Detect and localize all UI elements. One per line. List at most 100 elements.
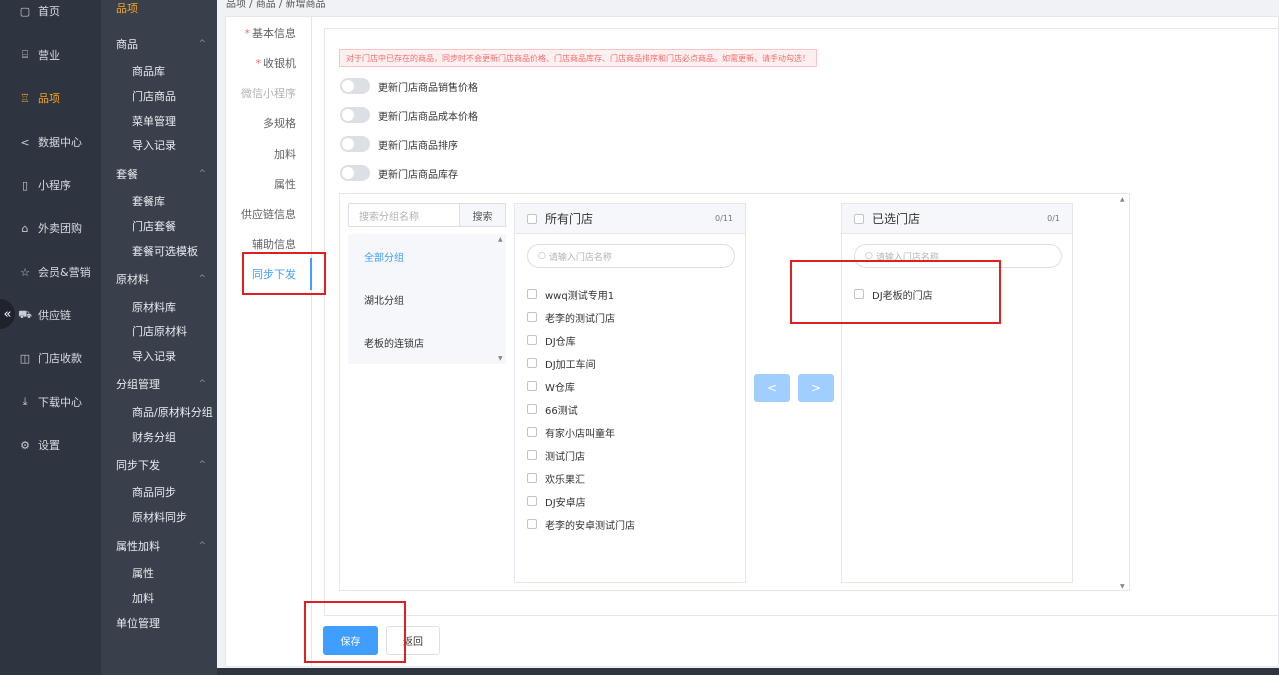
nav2-item-attributes[interactable]: 属性: [132, 563, 154, 583]
nav2-group-attributes[interactable]: 属性加料 ^: [116, 536, 212, 556]
selected-stores-count: 0/1: [1047, 214, 1060, 223]
selected-stores-header: 已选门店 0/1: [842, 204, 1072, 234]
nav-member-marketing[interactable]: ☆ 会员&营销: [0, 261, 101, 283]
nav2-item-menu-management[interactable]: 菜单管理: [132, 111, 176, 131]
stock-switch[interactable]: [340, 165, 370, 181]
nav2-item-store-products[interactable]: 门店商品: [132, 86, 176, 106]
nav-business[interactable]: ⌸ 营业: [0, 44, 101, 66]
sale-price-switch[interactable]: [340, 78, 370, 94]
primary-sidebar: ▢ 首页 ⌸ 营业 ♖ 品项 < 数据中心 ▯ 小程序 ⌂ 外卖团购 ☆ 会员&营销 ⛟ 供应链…: [0, 0, 101, 675]
back-button[interactable]: 返回: [386, 626, 440, 655]
checkbox[interactable]: [527, 496, 537, 506]
tab-aux-info[interactable]: 辅助信息: [252, 234, 296, 254]
tab-supply-chain[interactable]: 供应链信息: [241, 204, 296, 224]
tab-addons[interactable]: 加料: [274, 144, 296, 164]
cost-price-switch[interactable]: [340, 107, 370, 123]
nav2-group-sync[interactable]: 同步下发 ^: [116, 455, 212, 475]
store-item[interactable]: W仓库: [527, 378, 575, 394]
group-list-scrollbar[interactable]: ▲ ▼: [498, 236, 504, 362]
checkbox[interactable]: [527, 381, 537, 391]
nav2-item-store-combos[interactable]: 门店套餐: [132, 216, 176, 236]
nav2-group-combos[interactable]: 套餐 ^: [116, 164, 212, 184]
all-stores-select-all-checkbox[interactable]: [527, 213, 537, 224]
nav-data-center[interactable]: < 数据中心: [0, 131, 101, 153]
nav-mini-program[interactable]: ▯ 小程序: [0, 174, 101, 196]
vertical-tabs: * 基本信息 * 收银机 微信小程序 多规格 加料 属性 供应链信息 辅助信息 同步…: [226, 17, 312, 666]
selected-store-item[interactable]: DJ老板的门店: [854, 286, 933, 302]
store-item[interactable]: 测试门店: [527, 447, 585, 463]
nav2-item-combo-library[interactable]: 套餐库: [132, 191, 165, 211]
nav2-group-grouping[interactable]: 分组管理 ^: [116, 374, 212, 394]
secondary-sidebar: 品项 商品 ^ 商品库 门店商品 菜单管理 导入记录 套餐 ^ 套餐库 门店套餐 套…: [101, 0, 217, 675]
tab-basic-info[interactable]: * 基本信息: [245, 23, 297, 43]
tab-wechat-mini[interactable]: 微信小程序: [241, 83, 296, 103]
checkbox[interactable]: [527, 519, 537, 529]
nav2-group-materials[interactable]: 原材料 ^: [116, 269, 212, 289]
scroll-down-icon: ▼: [498, 355, 503, 362]
nav2-item-combo-templates[interactable]: 套餐可选模板: [132, 241, 198, 261]
store-item[interactable]: DJ加工车间: [527, 355, 596, 371]
toggle-row-stock: 更新门店商品库存: [340, 164, 458, 182]
caret-up-icon: ^: [198, 541, 206, 551]
all-stores-search-input[interactable]: ○ 请输入门店名称: [527, 244, 735, 268]
checkbox[interactable]: [527, 473, 537, 483]
tab-cashier[interactable]: * 收银机: [256, 53, 297, 73]
store-item[interactable]: DJ安卓店: [527, 493, 586, 509]
group-search-button[interactable]: 搜索: [460, 203, 506, 227]
store-item[interactable]: DJ仓库: [527, 332, 576, 348]
nav2-item-store-materials[interactable]: 门店原材料: [132, 321, 187, 341]
caret-up-icon: ^: [198, 379, 206, 389]
chevron-right-icon: >: [810, 381, 822, 395]
move-left-button[interactable]: <: [754, 374, 790, 402]
star-icon: ☆: [20, 265, 30, 279]
save-button[interactable]: 保存: [323, 626, 378, 655]
nav-home[interactable]: ▢ 首页: [0, 0, 101, 22]
sort-switch[interactable]: [340, 136, 370, 152]
caret-up-icon: ^: [198, 39, 206, 49]
store-item[interactable]: 欢乐果汇: [527, 470, 585, 486]
store-item[interactable]: 老李的测试门店: [527, 309, 615, 325]
selected-stores-select-all-checkbox[interactable]: [854, 213, 864, 224]
nav-settings[interactable]: ⚙ 设置: [0, 434, 101, 456]
nav2-group-products[interactable]: 商品 ^: [116, 34, 212, 54]
store-item[interactable]: 66测试: [527, 401, 578, 417]
nav2-item-import-records[interactable]: 导入记录: [132, 135, 176, 155]
nav2-item-material-sync[interactable]: 原材料同步: [132, 507, 187, 527]
home-icon: ▢: [19, 4, 31, 18]
checkbox[interactable]: [854, 289, 864, 299]
nav2-item-unit-management[interactable]: 单位管理: [116, 613, 160, 633]
nav2-item-product-sync[interactable]: 商品同步: [132, 482, 176, 502]
tab-attributes[interactable]: 属性: [274, 174, 296, 194]
transfer-scrollbar[interactable]: ▲ ▼: [1119, 196, 1127, 590]
checkbox[interactable]: [527, 335, 537, 345]
nav-supply-chain[interactable]: ⛟ 供应链: [0, 304, 101, 326]
checkbox[interactable]: [527, 312, 537, 322]
store-item[interactable]: wwq测试专用1: [527, 286, 614, 302]
nav-products[interactable]: ♖ 品项: [0, 87, 101, 109]
group-item-boss-chain[interactable]: 老板的连锁店: [364, 334, 424, 350]
nav2-item-product-library[interactable]: 商品库: [132, 61, 165, 81]
nav-download-center[interactable]: ⤓ 下载中心: [0, 391, 101, 413]
caret-up-icon: ^: [198, 169, 206, 179]
nav2-item-material-library[interactable]: 原材料库: [132, 297, 176, 317]
store-item[interactable]: 有家小店叫童年: [527, 424, 615, 440]
checkbox[interactable]: [527, 358, 537, 368]
nav2-item-material-import-records[interactable]: 导入记录: [132, 346, 176, 366]
selected-stores-search-input[interactable]: ○ 请输入门店名称: [854, 244, 1062, 268]
nav-store-payment[interactable]: ◫ 门店收款: [0, 347, 101, 369]
checkbox[interactable]: [527, 404, 537, 414]
group-search-input[interactable]: 搜索分组名称: [348, 203, 460, 227]
nav2-item-addons[interactable]: 加料: [132, 588, 154, 608]
move-right-button[interactable]: >: [798, 374, 834, 402]
nav2-item-finance-groups[interactable]: 财务分组: [132, 427, 176, 447]
group-item-hubei[interactable]: 湖北分组: [364, 291, 404, 307]
checkbox[interactable]: [527, 427, 537, 437]
nav-takeout[interactable]: ⌂ 外卖团购: [0, 217, 101, 239]
checkbox[interactable]: [527, 450, 537, 460]
group-item-all[interactable]: 全部分组: [364, 248, 404, 264]
store-item[interactable]: 老李的安卓测试门店: [527, 516, 635, 532]
nav2-item-product-material-groups[interactable]: 商品/原材料分组: [132, 402, 213, 422]
tab-multi-spec[interactable]: 多规格: [263, 113, 296, 133]
checkbox[interactable]: [527, 289, 537, 299]
tab-sync[interactable]: 同步下发: [252, 264, 296, 284]
